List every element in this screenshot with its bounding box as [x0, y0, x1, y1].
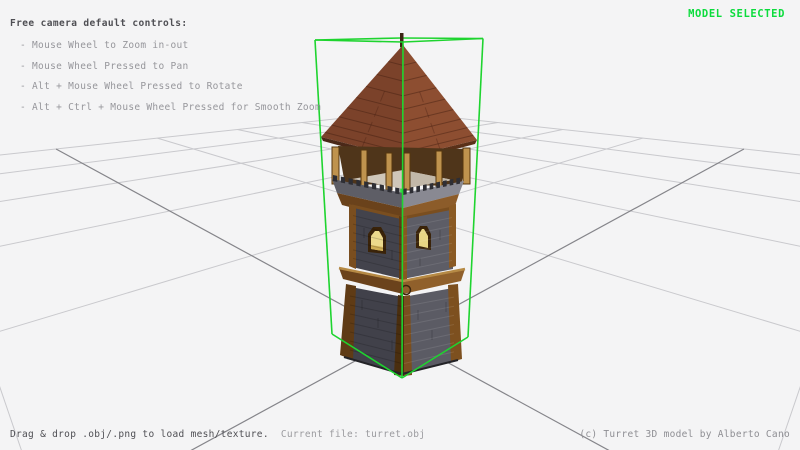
- footer-hints: Drag & drop .obj/.png to load mesh/textu…: [10, 429, 425, 440]
- help-title: Free camera default controls:: [10, 18, 187, 29]
- drop-hint: Drag & drop .obj/.png to load mesh/textu…: [10, 429, 269, 440]
- help-item-rotate: - Alt + Mouse Wheel Pressed to Rotate: [20, 81, 243, 92]
- window-right: [416, 226, 431, 250]
- viewport-3d[interactable]: Free camera default controls: - Mouse Wh…: [0, 0, 800, 450]
- help-item-pan: - Mouse Wheel Pressed to Pan: [20, 61, 189, 72]
- help-item-zoom: - Mouse Wheel to Zoom in-out: [20, 40, 189, 51]
- turret-model[interactable]: [321, 33, 477, 376]
- model-selected-status: MODEL SELECTED: [688, 8, 785, 20]
- model-credit: (c) Turret 3D model by Alberto Cano: [579, 429, 790, 440]
- roof: [321, 45, 477, 163]
- help-item-smooth-zoom: - Alt + Ctrl + Mouse Wheel Pressed for S…: [20, 102, 321, 113]
- current-file-label: Current file: turret.obj: [281, 429, 425, 440]
